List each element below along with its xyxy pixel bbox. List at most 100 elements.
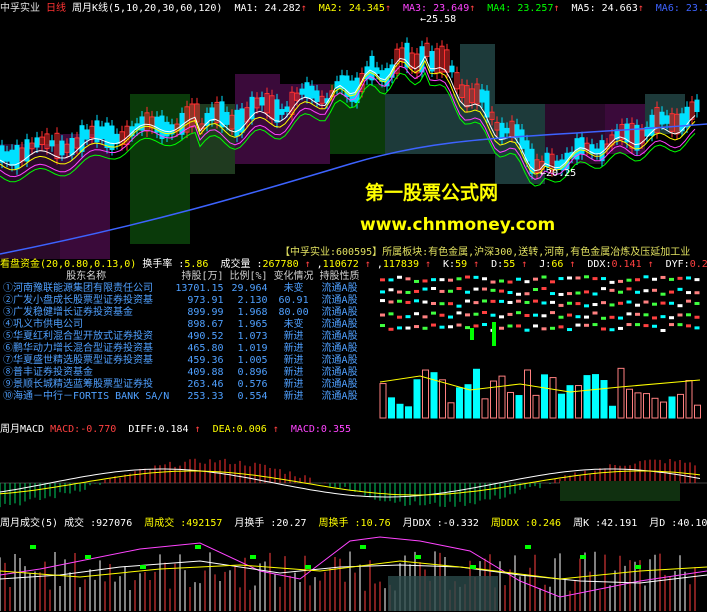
signal-dash xyxy=(575,315,581,319)
signal-dash xyxy=(626,300,632,304)
period-label[interactable]: 日线 xyxy=(46,3,66,14)
signal-dash xyxy=(507,291,513,295)
signal-dash xyxy=(601,301,606,305)
signal-dash xyxy=(85,555,91,559)
holders-indicator-chart[interactable] xyxy=(0,272,707,422)
signal-dash xyxy=(473,275,479,279)
signal-dash xyxy=(592,323,598,327)
signal-dash xyxy=(533,313,538,317)
signal-dash xyxy=(431,301,436,305)
candle-body xyxy=(109,125,115,150)
signal-dash xyxy=(431,311,436,315)
candle-body xyxy=(104,122,110,148)
volume-bar xyxy=(583,375,591,419)
macd-title: 周月MACD xyxy=(0,424,45,435)
signal-dash xyxy=(635,312,640,316)
macd-chart[interactable] xyxy=(0,437,707,513)
candle-body xyxy=(79,125,85,152)
signal-dash xyxy=(558,303,564,307)
signal-dash xyxy=(499,299,504,303)
candle-body xyxy=(694,99,700,113)
candle-body xyxy=(224,111,230,125)
signal-dash xyxy=(643,275,649,279)
volume-bar xyxy=(388,397,395,419)
signal-dash xyxy=(397,315,402,319)
signal-dash xyxy=(686,276,691,280)
signal-dash xyxy=(414,299,419,303)
signal-dash xyxy=(669,301,674,305)
signal-dash xyxy=(439,289,445,293)
candle-body xyxy=(14,144,20,170)
signal-dash xyxy=(626,323,632,327)
signal-dash xyxy=(541,327,547,331)
volume-bar xyxy=(549,377,557,419)
signal-dash xyxy=(643,313,649,317)
signal-dash xyxy=(550,326,555,330)
signal-dash xyxy=(584,304,589,308)
candle-body xyxy=(309,85,315,99)
signal-dash xyxy=(388,288,394,292)
signal-dash xyxy=(465,290,470,294)
signal-dash xyxy=(635,565,641,569)
signal-dash xyxy=(592,277,598,281)
candle-body xyxy=(349,80,355,102)
signal-dash xyxy=(677,304,683,308)
signal-dash xyxy=(439,313,445,317)
signal-dash xyxy=(558,315,564,319)
signal-dash xyxy=(669,277,674,281)
candle-body xyxy=(99,126,105,140)
signal-dash xyxy=(456,287,462,291)
signal-dash xyxy=(448,315,453,319)
signal-dash xyxy=(669,316,674,320)
signal-dash xyxy=(660,315,666,319)
candle-body xyxy=(279,109,285,115)
candlestick-chart[interactable] xyxy=(0,14,707,259)
signal-dash xyxy=(499,289,504,293)
signal-dash xyxy=(388,300,394,304)
signal-dash xyxy=(618,316,623,320)
signal-dash xyxy=(456,304,462,308)
signal-dash xyxy=(415,555,421,559)
signal-dash xyxy=(305,565,311,569)
candle-body xyxy=(259,97,265,106)
signal-dash xyxy=(140,565,146,569)
volume-bar xyxy=(481,398,489,419)
signal-dash xyxy=(558,292,564,296)
signal-dash xyxy=(422,315,428,319)
macd-box xyxy=(560,481,680,501)
signal-dash xyxy=(473,324,479,328)
signal-dash xyxy=(686,291,691,295)
signal-dash xyxy=(524,313,530,317)
signal-dash xyxy=(609,303,615,307)
signal-dash xyxy=(380,290,385,294)
candle-body xyxy=(49,140,55,147)
signal-dash xyxy=(490,313,496,317)
signal-dash xyxy=(414,289,419,293)
volume-bar xyxy=(600,380,608,419)
signal-dash xyxy=(601,327,606,331)
volume-chart[interactable] xyxy=(0,531,707,611)
signal-dash xyxy=(482,299,487,303)
volume-bar xyxy=(405,406,412,419)
signal-dash xyxy=(405,300,411,304)
signal-dash xyxy=(482,287,487,291)
candle-body xyxy=(59,140,65,156)
signal-dash xyxy=(592,292,598,296)
signal-dash xyxy=(652,277,657,281)
low-price-label: ←20.25 xyxy=(540,168,577,179)
period-box xyxy=(388,576,498,611)
signal-dash xyxy=(694,278,700,282)
signal-dash xyxy=(601,316,606,320)
signal-dash xyxy=(397,290,402,294)
signal-dash xyxy=(643,300,649,304)
signal-bar xyxy=(470,328,474,340)
stock-name: 中孚实业 xyxy=(0,3,40,14)
signal-dash xyxy=(643,324,649,328)
signal-dash xyxy=(609,328,615,332)
signal-dash xyxy=(635,278,640,282)
watermark-url: www.chnmoney.com xyxy=(360,215,556,235)
candle-body xyxy=(299,88,305,95)
volume-bar xyxy=(396,403,404,419)
signal-dash xyxy=(397,299,402,303)
volume-bar xyxy=(558,393,565,419)
